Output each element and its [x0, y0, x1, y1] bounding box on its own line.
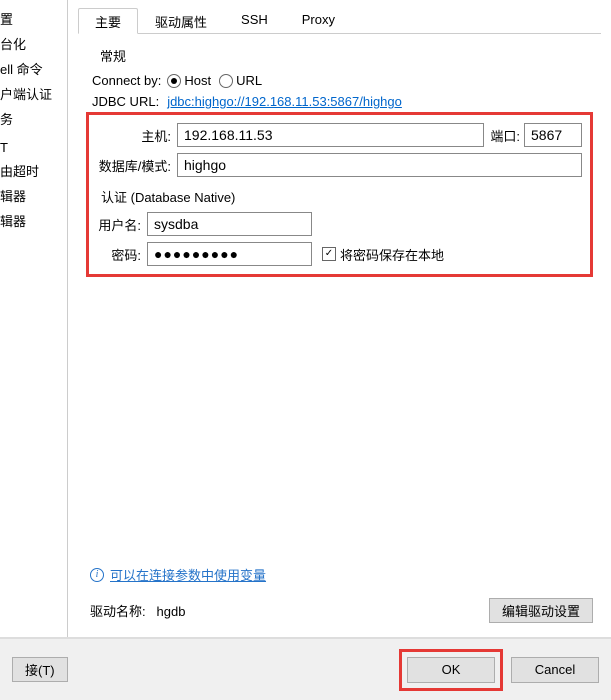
highlight-box: 主机: 端口: 数据库/模式: 认证 (Database Native) 用户名…	[86, 112, 593, 277]
port-label: 端口:	[484, 126, 524, 145]
tab-ssh[interactable]: SSH	[224, 8, 285, 33]
tab-content: 常规 Connect by: Host URL	[78, 34, 601, 629]
info-link-row: i 可以在连接参数中使用变量	[90, 565, 593, 584]
database-input[interactable]	[177, 153, 582, 177]
sidebar-item[interactable]: 由超时	[0, 158, 67, 183]
sidebar-item[interactable]: ell 命令	[0, 56, 67, 81]
sidebar-item[interactable]: 台化	[0, 31, 67, 56]
host-input[interactable]	[177, 123, 484, 147]
tab-driver-props[interactable]: 驱动属性	[138, 8, 224, 33]
radio-host-label: Host	[184, 73, 211, 88]
sidebar-item[interactable]: 户端认证	[0, 81, 67, 106]
sidebar-item[interactable]: 置	[0, 6, 67, 31]
radio-url-label: URL	[236, 73, 262, 88]
sidebar-item[interactable]: 务	[0, 106, 67, 131]
variables-info-link[interactable]: 可以在连接参数中使用变量	[110, 565, 266, 584]
username-label: 用户名:	[89, 215, 147, 234]
save-password-checkbox[interactable]: ✓ 将密码保存在本地	[322, 245, 444, 264]
connect-by-radio-group: Host URL	[167, 73, 262, 88]
sidebar: 置 台化 ell 命令 户端认证 务 T 由超时 辑器 辑器	[0, 0, 68, 637]
edit-driver-button[interactable]: 编辑驱动设置	[489, 598, 593, 623]
driver-name-label: 驱动名称:	[90, 604, 146, 619]
auth-group-title: 认证 (Database Native)	[101, 187, 582, 206]
ok-button[interactable]: OK	[407, 657, 495, 683]
test-connection-button[interactable]: 接(T)	[12, 657, 68, 682]
port-input[interactable]	[524, 123, 582, 147]
save-password-label: 将密码保存在本地	[340, 245, 444, 264]
username-input[interactable]	[147, 212, 312, 236]
cancel-button[interactable]: Cancel	[511, 657, 599, 683]
driver-row: 驱动名称: hgdb 编辑驱动设置	[90, 598, 593, 623]
jdbc-url-link[interactable]: jdbc:highgo://192.168.11.53:5867/highgo	[167, 94, 402, 109]
host-label: 主机:	[89, 126, 177, 145]
sidebar-item[interactable]: T	[0, 137, 67, 158]
dialog-footer: 接(T) OK Cancel	[0, 638, 611, 700]
sidebar-item[interactable]: 辑器	[0, 183, 67, 208]
radio-host[interactable]: Host	[167, 73, 211, 88]
radio-circle-icon	[167, 74, 181, 88]
info-icon: i	[90, 568, 104, 582]
sidebar-item[interactable]: 辑器	[0, 208, 67, 233]
checkbox-icon: ✓	[322, 247, 336, 261]
driver-name-value: hgdb	[157, 604, 186, 619]
tab-main[interactable]: 主要	[78, 8, 138, 34]
radio-url[interactable]: URL	[219, 73, 262, 88]
password-input[interactable]	[147, 242, 312, 266]
password-label: 密码:	[89, 245, 147, 264]
tabs: 主要 驱动属性 SSH Proxy	[78, 8, 601, 34]
general-group-title: 常规	[100, 46, 593, 65]
database-label: 数据库/模式:	[89, 156, 177, 175]
ok-highlight-box: OK	[399, 649, 503, 691]
main-panel: 主要 驱动属性 SSH Proxy 常规 Connect by: Host	[68, 0, 611, 637]
radio-circle-icon	[219, 74, 233, 88]
tab-proxy[interactable]: Proxy	[285, 8, 352, 33]
jdbc-url-label: JDBC URL:	[92, 94, 167, 109]
connect-by-label: Connect by:	[92, 73, 167, 88]
